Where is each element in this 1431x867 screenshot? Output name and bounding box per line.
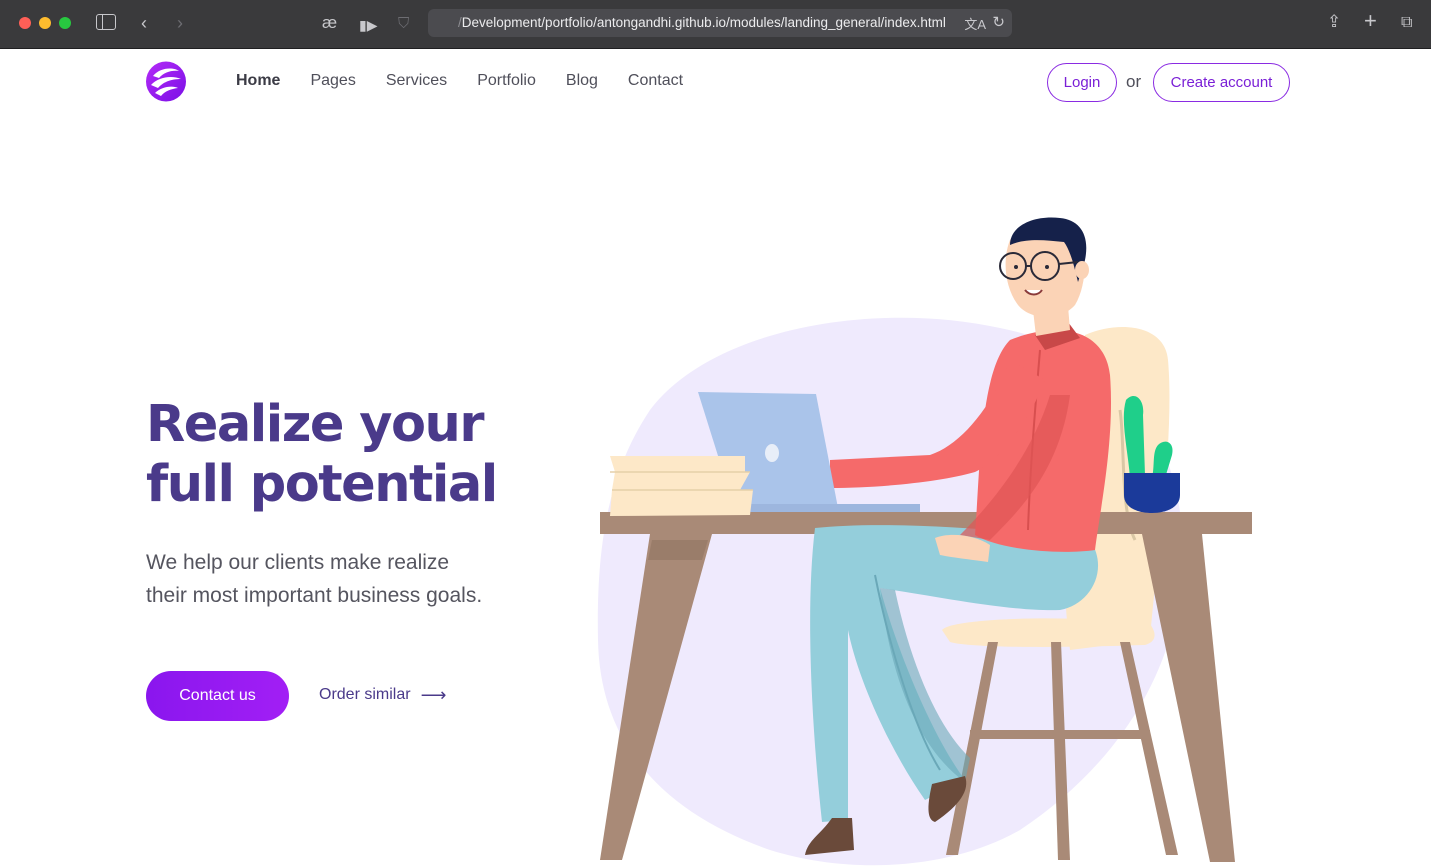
zoom-window-button[interactable] xyxy=(59,17,71,29)
laptop-base xyxy=(735,504,920,512)
site-header: Home Pages Services Portfolio Blog Conta… xyxy=(0,50,1431,116)
privacy-shield-icon[interactable]: ⛉ xyxy=(398,14,409,34)
nav-portfolio[interactable]: Portfolio xyxy=(477,72,536,90)
tab-overview-icon[interactable]: ⧉ xyxy=(1401,13,1412,33)
address-path: Development/portfolio/antongandhi.github… xyxy=(461,15,946,30)
books-stack xyxy=(610,456,745,472)
extension-ae-icon[interactable]: æ xyxy=(322,13,337,33)
browser-toolbar: ‹ › æ ▮▶ ⛉ /Development/portfolio/antong… xyxy=(0,0,1431,49)
sidebar-toggle-icon[interactable] xyxy=(96,14,116,30)
or-separator: or xyxy=(1126,72,1142,91)
plant-pot xyxy=(1124,473,1180,513)
minimize-window-button[interactable] xyxy=(39,17,51,29)
brand-logo-icon[interactable] xyxy=(146,61,186,102)
login-button[interactable]: Login xyxy=(1047,63,1117,102)
nav-pages[interactable]: Pages xyxy=(310,72,355,90)
extension-play-icon[interactable]: ▮▶ xyxy=(359,15,377,35)
address-bar[interactable]: /Development/portfolio/antongandhi.githu… xyxy=(428,9,1012,37)
nav-contact[interactable]: Contact xyxy=(628,72,683,90)
main-menu: Home Pages Services Portfolio Blog Conta… xyxy=(236,72,713,90)
nav-services[interactable]: Services xyxy=(386,72,447,90)
hero-title: Realize your full potential xyxy=(146,395,498,514)
hero-subtitle: We help our clients make realize their m… xyxy=(146,551,483,607)
translate-icon[interactable]: 文A xyxy=(964,14,986,33)
order-similar-link[interactable]: Order similar ⟶ xyxy=(319,686,446,704)
nav-home[interactable]: Home xyxy=(236,72,280,90)
order-similar-label: Order similar xyxy=(319,686,411,703)
contact-us-button[interactable]: Contact us xyxy=(146,671,289,721)
forward-icon[interactable]: › xyxy=(177,13,183,33)
arrow-right-icon: ⟶ xyxy=(420,685,447,705)
hero-illustration xyxy=(597,217,1252,866)
new-tab-icon[interactable]: + xyxy=(1364,10,1377,32)
share-icon[interactable]: ⇪ xyxy=(1327,12,1341,32)
close-window-button[interactable] xyxy=(19,17,31,29)
nav-blog[interactable]: Blog xyxy=(566,72,598,90)
reload-icon[interactable]: ↻ xyxy=(992,13,1005,31)
address-url[interactable]: /Development/portfolio/antongandhi.githu… xyxy=(458,15,946,30)
create-account-button[interactable]: Create account xyxy=(1153,63,1290,102)
back-icon[interactable]: ‹ xyxy=(141,13,147,33)
